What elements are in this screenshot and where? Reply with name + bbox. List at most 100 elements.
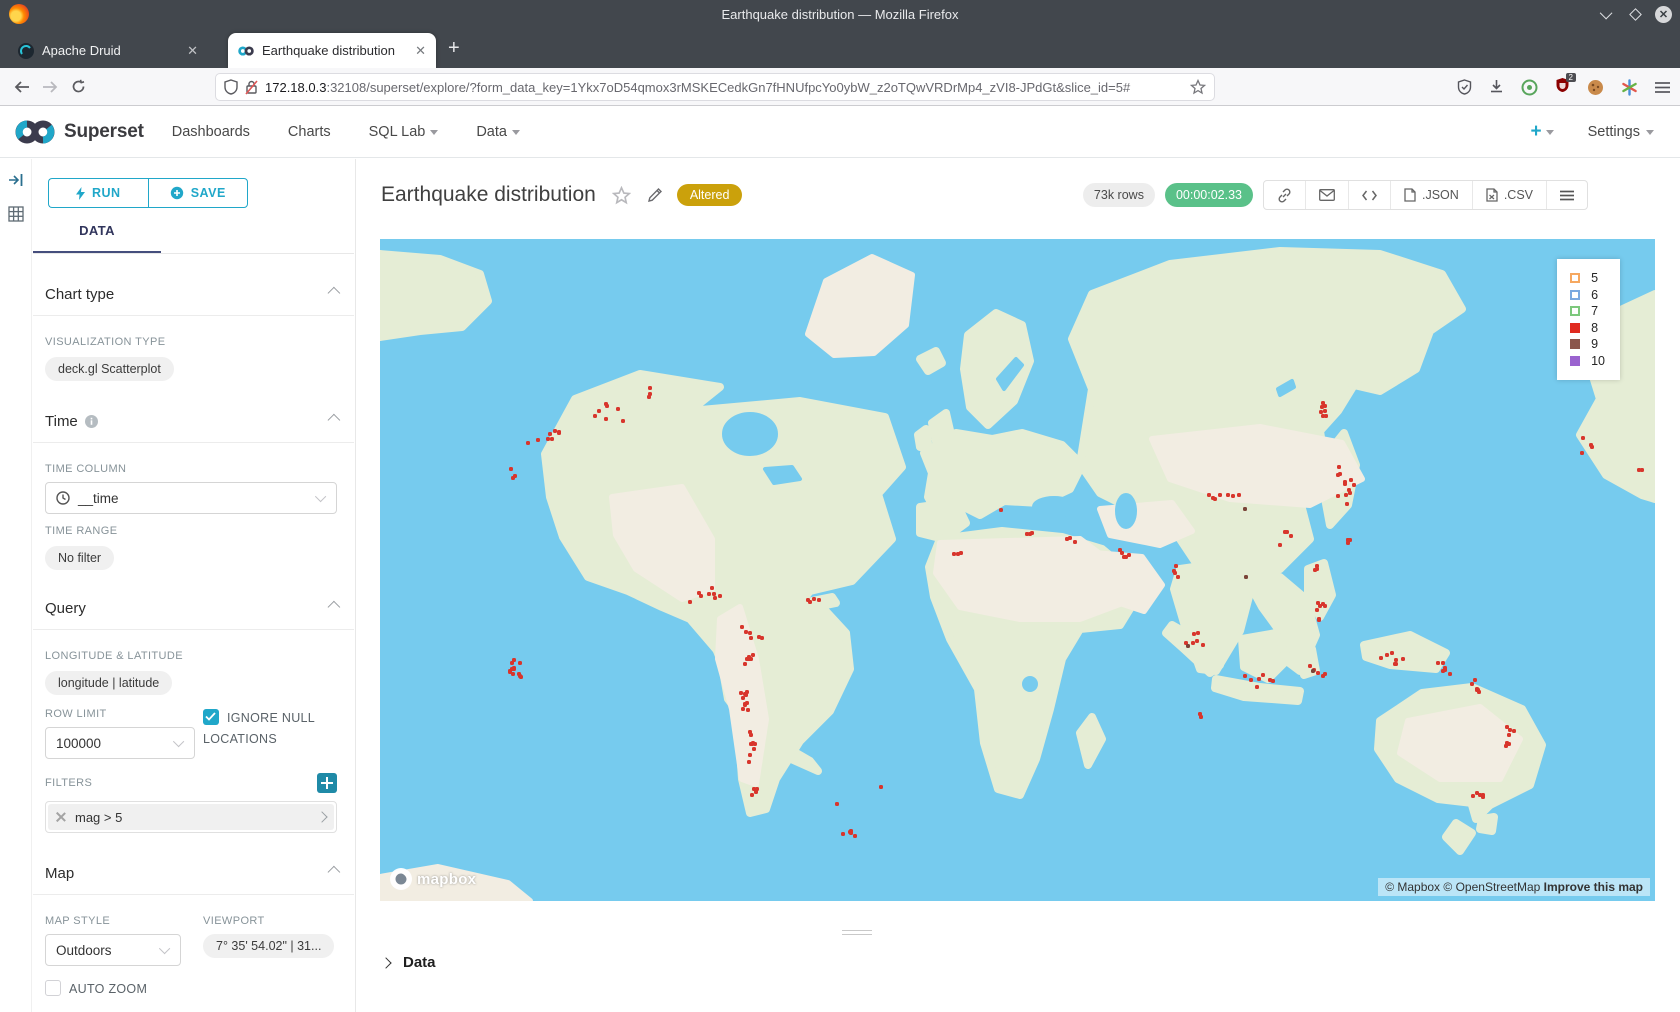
tab-close-icon[interactable]: ✕	[415, 43, 426, 59]
deckgl-map[interactable]: 5678910 mapbox © Mapbox © OpenStreetMap …	[380, 239, 1655, 901]
earthquake-point	[1317, 617, 1321, 621]
extension-leaf-icon[interactable]	[1521, 79, 1538, 96]
add-button[interactable]: +	[1530, 121, 1553, 143]
minimize-icon[interactable]	[1599, 6, 1615, 22]
section-query[interactable]: Query	[45, 600, 337, 617]
export-csv-button[interactable]: .CSV	[1472, 181, 1546, 209]
chevron-right-icon[interactable]	[316, 811, 327, 822]
back-button[interactable]	[8, 80, 36, 94]
tab-data[interactable]: DATA	[33, 223, 161, 253]
reload-button[interactable]	[64, 79, 92, 94]
mapbox-logo[interactable]: mapbox	[390, 868, 476, 890]
panel-tabbar: DATA	[33, 223, 354, 254]
chart-actions: .JSON .CSV	[1263, 180, 1588, 210]
altered-badge[interactable]: Altered	[677, 184, 743, 206]
superset-logo[interactable]: Superset	[14, 119, 144, 145]
extension-star-icon[interactable]	[1621, 79, 1638, 96]
earthquake-point	[1448, 672, 1452, 676]
earthquake-point	[956, 552, 960, 556]
favorite-star-icon[interactable]	[612, 186, 631, 205]
nav-sql-lab[interactable]: SQL Lab	[369, 124, 439, 140]
insecure-lock-icon[interactable]	[245, 79, 258, 95]
section-map[interactable]: Map	[45, 865, 337, 882]
copy-link-button[interactable]	[1264, 181, 1305, 209]
ignore-null-checkbox[interactable]: IGNORE NULL LOCATIONS	[203, 708, 337, 751]
tracking-protection-icon[interactable]	[224, 79, 238, 95]
improve-map-link[interactable]: Improve this map	[1544, 880, 1643, 894]
tab-earthquake-distribution[interactable]: Earthquake distribution ✕	[228, 33, 436, 68]
section-chart-type[interactable]: Chart type	[45, 286, 337, 303]
attribution-mapbox[interactable]: © Mapbox	[1385, 880, 1440, 894]
auto-zoom-checkbox[interactable]: AUTO ZOOM	[45, 979, 195, 1000]
embed-code-button[interactable]	[1348, 181, 1390, 209]
earthquake-point	[593, 414, 597, 418]
chevron-right-icon	[380, 957, 391, 968]
download-icon[interactable]	[1489, 79, 1504, 95]
legend-item[interactable]: 6	[1570, 287, 1605, 304]
dataset-grid-icon[interactable]	[8, 206, 24, 222]
earthquake-point	[718, 594, 722, 598]
row-limit-select[interactable]: 100000	[45, 727, 195, 759]
menu-icon[interactable]	[1655, 81, 1670, 94]
checkbox-unchecked-icon[interactable]	[45, 980, 61, 996]
map-style-select[interactable]: Outdoors	[45, 934, 181, 966]
nav-charts[interactable]: Charts	[288, 124, 331, 140]
earthquake-point	[1319, 410, 1323, 414]
legend-item[interactable]: 7	[1570, 303, 1605, 320]
export-json-button[interactable]: .JSON	[1390, 181, 1472, 209]
more-options-button[interactable]	[1546, 181, 1587, 209]
lonlat-label: LONGITUDE & LATITUDE	[45, 650, 337, 662]
nav-dashboards[interactable]: Dashboards	[172, 124, 250, 140]
nav-data[interactable]: Data	[476, 124, 520, 140]
earthquake-point	[740, 625, 744, 629]
legend-item[interactable]: 8	[1570, 320, 1605, 337]
earthquake-point	[1323, 409, 1327, 413]
earthquake-point	[509, 467, 513, 471]
lonlat-value[interactable]: longitude | latitude	[45, 671, 172, 695]
filter-item[interactable]: mag > 5	[48, 804, 334, 830]
legend-item[interactable]: 9	[1570, 336, 1605, 353]
earthquake-point	[604, 417, 608, 421]
edit-title-icon[interactable]	[647, 187, 663, 203]
maximize-icon[interactable]	[1627, 6, 1643, 22]
ublock-icon[interactable]: 2	[1555, 77, 1570, 98]
section-time[interactable]: Time	[45, 413, 337, 430]
url-bar[interactable]: 172.18.0.3:32108/superset/explore/?form_…	[215, 73, 1215, 101]
viz-type-value[interactable]: deck.gl Scatterplot	[45, 357, 174, 381]
bookmark-star-icon[interactable]	[1190, 79, 1206, 95]
email-button[interactable]	[1305, 181, 1348, 209]
close-icon[interactable]: ✕	[1655, 6, 1672, 23]
collapse-panel-icon[interactable]	[8, 173, 24, 187]
data-collapse-row[interactable]: Data	[382, 954, 436, 971]
run-button[interactable]: RUN	[48, 178, 148, 208]
earthquake-point	[712, 592, 716, 596]
pocket-shield-icon[interactable]	[1457, 79, 1472, 95]
time-column-select[interactable]: __time	[45, 482, 337, 514]
attribution-osm[interactable]: © OpenStreetMap	[1443, 880, 1540, 894]
pane-resize-handle[interactable]	[842, 927, 872, 938]
save-button[interactable]: SAVE	[148, 178, 249, 208]
earthquake-point	[1226, 493, 1230, 497]
earthquake-point	[1320, 405, 1324, 409]
legend-item[interactable]: 10	[1570, 353, 1605, 370]
time-range-value[interactable]: No filter	[45, 546, 114, 570]
earthquake-point	[1336, 473, 1340, 477]
url-text[interactable]: 172.18.0.3:32108/superset/explore/?form_…	[265, 80, 1183, 95]
earthquake-point	[1590, 445, 1594, 449]
filters-label: FILTERS	[45, 777, 92, 789]
forward-button[interactable]	[36, 80, 64, 94]
legend-item[interactable]: 5	[1570, 270, 1605, 287]
earthquake-point	[1323, 672, 1327, 676]
viewport-value[interactable]: 7° 35' 54.02" | 31...	[203, 934, 334, 958]
checkbox-checked-icon[interactable]	[203, 709, 219, 725]
cookie-icon[interactable]	[1587, 79, 1604, 96]
earthquake-point	[879, 785, 883, 789]
tab-close-icon[interactable]: ✕	[187, 43, 198, 59]
tab-apache-druid[interactable]: Apache Druid ✕	[8, 33, 208, 68]
remove-filter-icon[interactable]	[56, 812, 66, 822]
earthquake-point	[597, 409, 601, 413]
add-filter-button[interactable]	[317, 773, 337, 793]
earthquake-point	[1285, 530, 1289, 534]
new-tab-button[interactable]: +	[448, 38, 460, 58]
settings-menu[interactable]: Settings	[1588, 124, 1654, 140]
